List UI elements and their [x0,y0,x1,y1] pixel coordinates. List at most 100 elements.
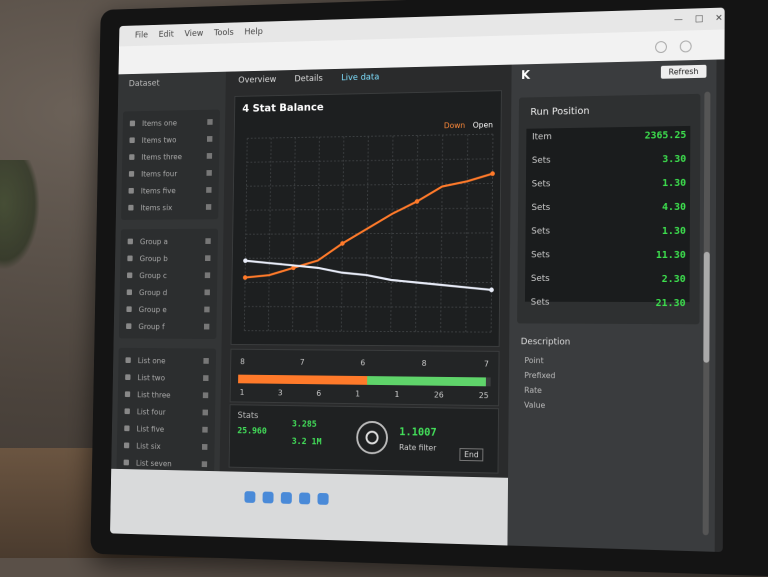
data-point [340,241,344,246]
checkbox-icon[interactable] [203,375,208,381]
menu-file[interactable]: File [135,31,148,41]
grid-line-horizontal [245,306,492,307]
sidebar-item[interactable]: Items five [121,181,218,199]
taskbar-app-icon[interactable] [281,492,292,504]
chart-panel: 4 Stat Balance Down Open [231,90,502,347]
table-row[interactable]: Sets2.30 [517,267,699,291]
checkbox-icon[interactable] [207,136,212,142]
menu-edit[interactable]: Edit [158,30,173,40]
sidebar-item[interactable]: Group f [119,318,217,336]
item-icon [127,289,132,295]
taskbar-app-icon[interactable] [244,491,255,503]
sidebar-item[interactable]: List one [118,352,216,370]
checkbox-icon[interactable] [205,272,210,278]
checkbox-icon[interactable] [203,392,208,398]
mid-value-1: 3.285 [292,420,317,430]
refresh-button[interactable]: Refresh [661,64,707,78]
taskbar-app-icon[interactable] [263,492,274,504]
sidebar-item[interactable]: Group e [119,301,217,318]
taskbar-app-icon[interactable] [299,492,310,504]
scrollbar[interactable] [703,92,711,536]
sidebar-item[interactable]: Items two [122,130,219,149]
progress-panel: 8 7 6 8 7 1 3 6 1 1 26 25 [230,349,500,407]
sidebar-item[interactable]: Items six [121,198,218,216]
sidebar-item[interactable]: Group c [120,267,218,284]
tab-live-data[interactable]: Live data [341,73,379,83]
item-icon [128,239,133,245]
checkbox-icon[interactable] [202,444,207,450]
chart-legend: Down Open [444,121,493,131]
legend-down[interactable]: Down [444,121,465,130]
sidebar-item[interactable]: Group a [121,232,218,249]
checkbox-icon[interactable] [203,358,208,364]
close-window-button[interactable]: ✕ [715,14,723,24]
taskbar-app-icon[interactable] [317,493,328,505]
stats-value: 25.960 [237,426,267,436]
sidebar-item[interactable]: Group d [120,284,218,301]
refresh-icon[interactable] [655,41,667,53]
checkbox-icon[interactable] [207,119,212,125]
item-icon [125,374,130,380]
table-row[interactable]: Sets3.30 [518,147,700,173]
checkbox-icon[interactable] [204,289,209,295]
end-badge[interactable]: End [459,448,483,461]
item-icon [125,408,130,414]
checkbox-icon[interactable] [206,170,211,176]
tab-overview[interactable]: Overview [238,75,276,85]
sidebar-item[interactable]: List two [118,369,216,387]
sidebar-item[interactable]: List three [118,386,216,404]
row-label: Sets [532,179,551,189]
item-icon [124,442,129,448]
row-value: 2.30 [662,273,686,284]
sidebar-item[interactable]: Items three [122,147,219,165]
table-row[interactable]: Sets4.30 [518,195,700,220]
checkbox-icon[interactable] [204,307,209,313]
data-point [243,258,247,263]
row-value: 2365.25 [645,129,687,141]
right-panel: K Refresh Run Position Item2365.25 Sets3… [507,60,716,552]
table-row[interactable]: Sets1.30 [518,171,700,197]
stats-panel: Stats 25.960 3.285 3.2 1M 1.1007 Rate fi… [229,404,499,473]
menu-help[interactable]: Help [244,27,263,37]
sidebar-item[interactable]: Group b [120,250,218,267]
tick-label: 6 [316,389,321,398]
dial-icon[interactable] [356,421,388,455]
position-card: Run Position Item2365.25 Sets3.30 Sets1.… [517,94,700,324]
item-icon [129,137,134,143]
progress-bar[interactable] [238,375,491,387]
checkbox-icon[interactable] [207,153,212,159]
description-title: Description [517,331,700,354]
menu-view[interactable]: View [184,29,203,39]
checkbox-icon[interactable] [204,324,209,330]
tab-details[interactable]: Details [294,74,323,84]
data-point [489,288,494,293]
checkbox-icon[interactable] [205,238,210,244]
checkbox-icon[interactable] [202,427,207,433]
tick-label: 6 [360,359,365,368]
sidebar-item[interactable]: Items one [123,113,220,132]
minimize-button[interactable]: — [674,15,683,25]
close-panel-button[interactable]: K [521,68,530,82]
checkbox-icon[interactable] [203,410,208,416]
settings-icon[interactable] [680,40,692,52]
sidebar: Dataset Items one Items two Items three … [111,72,226,472]
grid-line-horizontal [246,233,492,234]
item-icon [126,306,131,312]
sidebar-item[interactable]: List six [117,437,215,456]
legend-open[interactable]: Open [473,121,493,130]
table-row[interactable]: Item2365.25 [519,123,701,150]
grid-line-horizontal [247,134,493,138]
table-row[interactable]: Sets1.30 [518,219,700,244]
menu-tools[interactable]: Tools [214,28,234,38]
checkbox-icon[interactable] [205,255,210,261]
table-row[interactable]: Sets11.30 [518,243,700,267]
sidebar-item[interactable]: List five [117,420,215,439]
checkbox-icon[interactable] [206,204,211,210]
sidebar-item[interactable]: Items four [122,164,219,182]
maximize-button[interactable]: □ [695,14,704,24]
checkbox-icon[interactable] [202,461,207,467]
table-row[interactable]: Sets21.30 [517,291,699,315]
row-value: 11.30 [656,249,686,260]
checkbox-icon[interactable] [206,187,211,193]
sidebar-item[interactable]: List four [117,403,215,422]
